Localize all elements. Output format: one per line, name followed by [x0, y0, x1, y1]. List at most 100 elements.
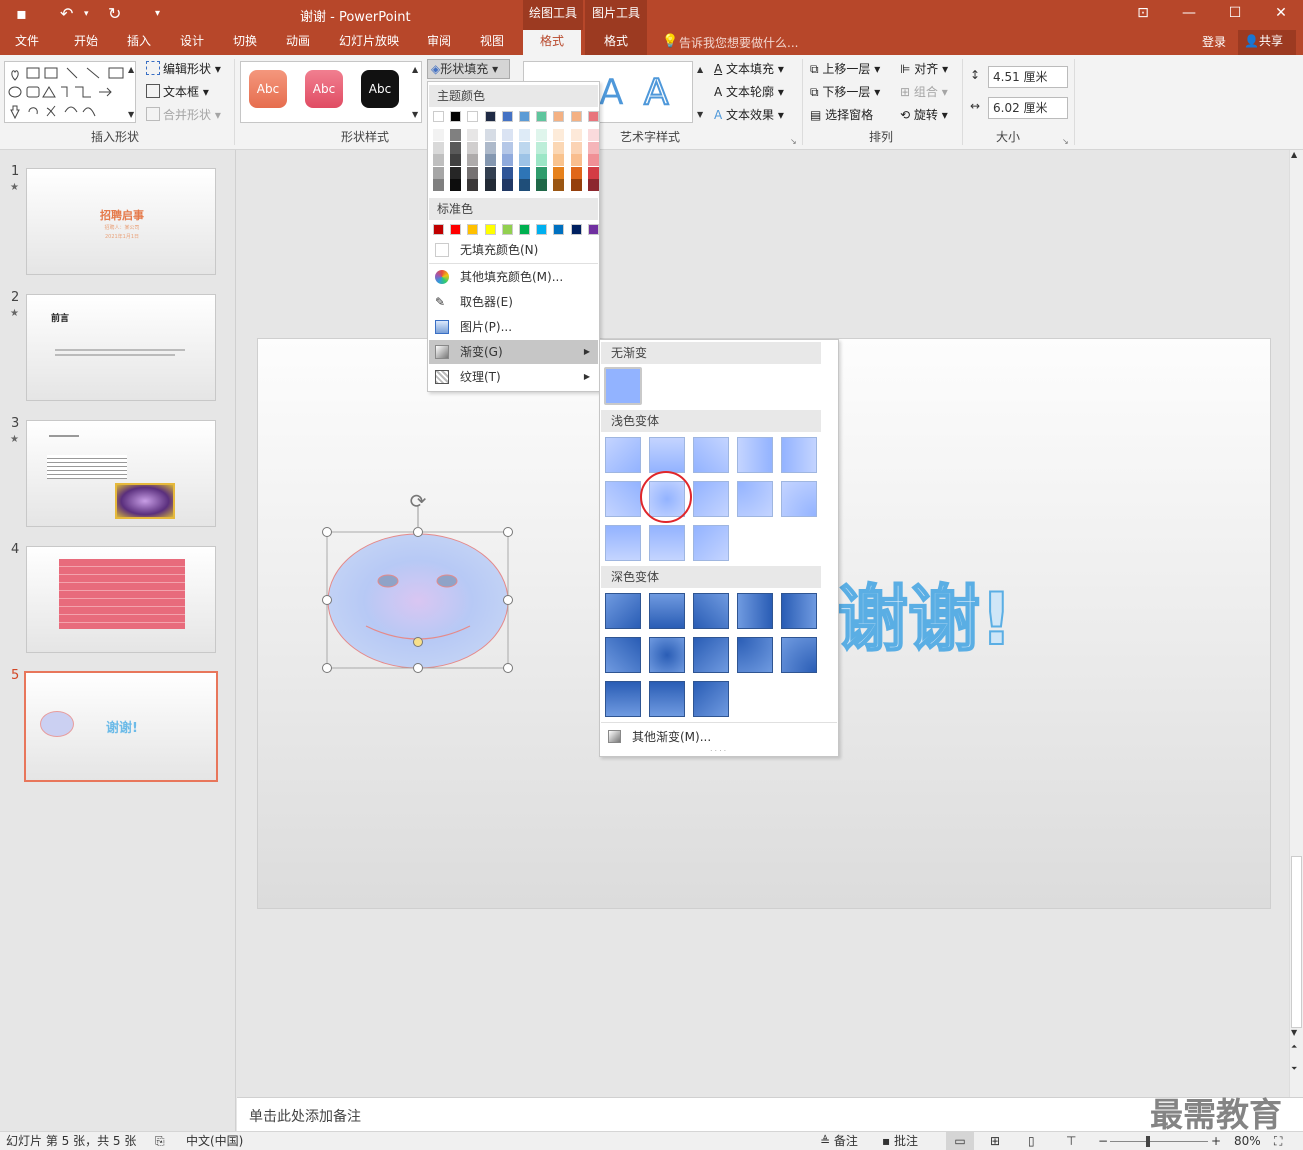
- theme-color-shade-swatch[interactable]: [553, 179, 565, 191]
- theme-color-shade-swatch[interactable]: [536, 141, 548, 154]
- dark-gradient-swatch[interactable]: [605, 681, 641, 717]
- standard-color-swatch[interactable]: [484, 224, 496, 235]
- theme-color-shade-swatch[interactable]: [536, 179, 548, 191]
- scroll-thumb[interactable]: [1291, 856, 1302, 1028]
- theme-color-swatch[interactable]: [570, 111, 582, 122]
- theme-color-shade-swatch[interactable]: [536, 129, 548, 141]
- next-slide-icon[interactable]: ⏷: [1291, 1064, 1297, 1074]
- theme-color-shade-swatch[interactable]: [553, 154, 565, 166]
- shape-style-orange[interactable]: Abc: [249, 70, 287, 108]
- theme-color-shade-swatch[interactable]: [519, 154, 530, 166]
- tab-home[interactable]: 开始: [63, 30, 109, 55]
- theme-color-swatch[interactable]: [467, 111, 479, 122]
- theme-color-shade-swatch[interactable]: [484, 154, 496, 166]
- theme-color-shade-swatch[interactable]: [484, 141, 496, 154]
- standard-color-swatch[interactable]: [501, 224, 513, 235]
- standard-color-swatch[interactable]: [536, 224, 548, 235]
- theme-color-shade-swatch[interactable]: [467, 141, 479, 154]
- dark-gradient-swatch[interactable]: [649, 593, 685, 629]
- zoom-in-icon[interactable]: +: [1211, 1132, 1221, 1150]
- light-gradient-swatch[interactable]: [693, 437, 729, 473]
- theme-color-shade-swatch[interactable]: [570, 179, 582, 191]
- shape-fill-button[interactable]: ◈形状填充 ▾: [427, 59, 510, 79]
- theme-color-shade-swatch[interactable]: [587, 141, 599, 154]
- theme-color-swatch[interactable]: [450, 111, 462, 122]
- light-gradient-swatch[interactable]: [605, 525, 641, 561]
- slideshow-icon[interactable]: ⊤: [1066, 1132, 1076, 1150]
- customize-qat-icon[interactable]: ▾: [155, 4, 160, 24]
- text-box-button[interactable]: 文本框 ▾: [146, 83, 209, 101]
- wordart-text[interactable]: 谢谢!: [835, 578, 1014, 660]
- theme-color-shade-swatch[interactable]: [467, 166, 479, 179]
- theme-color-swatch[interactable]: [433, 111, 444, 122]
- tab-transitions[interactable]: 切换: [222, 30, 268, 55]
- tab-review[interactable]: 审阅: [416, 30, 462, 55]
- light-gradient-swatch[interactable]: [693, 481, 729, 517]
- theme-color-shade-swatch[interactable]: [570, 129, 582, 141]
- theme-color-swatch[interactable]: [587, 111, 599, 122]
- spellcheck-icon[interactable]: ⎘: [155, 1132, 165, 1150]
- maximize-icon[interactable]: ☐: [1212, 0, 1258, 30]
- theme-color-swatch[interactable]: [501, 111, 513, 122]
- texture-item[interactable]: 纹理(T) ▶: [429, 365, 598, 389]
- undo-dropdown-icon[interactable]: ▾: [84, 4, 89, 24]
- light-gradient-swatch[interactable]: [649, 437, 685, 473]
- theme-color-shade-swatch[interactable]: [433, 166, 444, 179]
- theme-color-shade-swatch[interactable]: [570, 154, 582, 166]
- minimize-icon[interactable]: —: [1166, 0, 1212, 30]
- tab-view[interactable]: 视图: [469, 30, 515, 55]
- light-gradient-swatch[interactable]: [605, 481, 641, 517]
- zoom-slider[interactable]: [1110, 1141, 1208, 1142]
- slide-sorter-icon[interactable]: ⊞: [990, 1132, 1000, 1150]
- styles-more-icon[interactable]: ▼: [412, 110, 418, 119]
- dark-gradient-swatch[interactable]: [649, 637, 685, 673]
- reading-view-icon[interactable]: ▯: [1028, 1132, 1035, 1150]
- tab-animations[interactable]: 动画: [275, 30, 321, 55]
- redo-icon[interactable]: ↻: [108, 4, 121, 24]
- undo-icon[interactable]: ↶: [60, 4, 73, 24]
- standard-color-swatch[interactable]: [587, 224, 599, 235]
- dark-gradient-swatch[interactable]: [649, 681, 685, 717]
- gallery-more-icon[interactable]: ▼: [128, 110, 134, 119]
- save-icon[interactable]: ▪: [16, 4, 27, 24]
- login-link[interactable]: 登录: [1202, 33, 1226, 50]
- language-indicator[interactable]: 中文(中国): [186, 1132, 243, 1150]
- dark-gradient-swatch[interactable]: [737, 637, 773, 673]
- theme-color-shade-swatch[interactable]: [570, 166, 582, 179]
- ribbon-display-icon[interactable]: ⊡: [1120, 0, 1166, 30]
- slide-thumbnail-4[interactable]: [26, 546, 216, 653]
- theme-color-shade-swatch[interactable]: [484, 166, 496, 179]
- dark-gradient-swatch[interactable]: [605, 637, 641, 673]
- tab-design[interactable]: 设计: [169, 30, 215, 55]
- dark-gradient-swatch[interactable]: [737, 593, 773, 629]
- theme-color-shade-swatch[interactable]: [553, 166, 565, 179]
- dark-gradient-swatch[interactable]: [605, 593, 641, 629]
- theme-color-shade-swatch[interactable]: [450, 166, 462, 179]
- standard-color-swatch[interactable]: [450, 224, 462, 235]
- light-gradient-swatch[interactable]: [737, 437, 773, 473]
- theme-color-shade-swatch[interactable]: [484, 129, 496, 141]
- comments-toggle[interactable]: ▪ 批注: [882, 1132, 918, 1150]
- slide-thumbnail-5[interactable]: 谢谢!: [24, 671, 218, 782]
- zoom-out-icon[interactable]: −: [1098, 1132, 1108, 1150]
- wordart-more-icon[interactable]: ▼: [697, 110, 703, 119]
- theme-color-shade-swatch[interactable]: [587, 179, 599, 191]
- theme-color-shade-swatch[interactable]: [467, 129, 479, 141]
- height-input[interactable]: 4.51 厘米: [988, 66, 1068, 88]
- theme-color-shade-swatch[interactable]: [570, 141, 582, 154]
- gradient-item[interactable]: 渐变(G) ▶: [429, 340, 598, 364]
- tell-me-search[interactable]: 告诉我您想要做什么...: [679, 34, 798, 51]
- theme-color-shade-swatch[interactable]: [450, 141, 462, 154]
- shape-style-pink[interactable]: Abc: [305, 70, 343, 108]
- light-gradient-swatch[interactable]: [781, 437, 817, 473]
- rotate-button[interactable]: ⟲ 旋转 ▾: [900, 106, 948, 124]
- theme-color-shade-swatch[interactable]: [450, 154, 462, 166]
- wordart-sample-blue[interactable]: A: [599, 72, 624, 113]
- close-icon[interactable]: ✕: [1258, 0, 1303, 30]
- notes-toggle[interactable]: ≜ 备注: [820, 1132, 858, 1150]
- standard-color-swatch[interactable]: [570, 224, 582, 235]
- standard-color-swatch[interactable]: [467, 224, 479, 235]
- share-button[interactable]: 👤共享: [1238, 30, 1296, 55]
- wordart-sample-outline[interactable]: A: [643, 71, 670, 114]
- gallery-up-icon[interactable]: ▲: [128, 65, 134, 74]
